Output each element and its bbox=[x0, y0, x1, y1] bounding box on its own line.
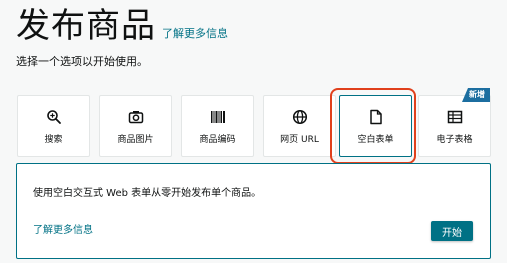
option-label: 电子表格 bbox=[436, 135, 473, 145]
page-subtitle: 选择一个选项以开始使用。 bbox=[16, 55, 148, 68]
option-blank-form[interactable]: 空白表单 bbox=[339, 95, 412, 157]
globe-icon bbox=[292, 108, 308, 126]
page-title: 发布商品 bbox=[16, 6, 156, 46]
new-badge: 新增 bbox=[462, 88, 490, 102]
option-list: 搜索 商品图片 商品编码 网页 URL 空白表单 新增 电子表格 bbox=[17, 88, 507, 157]
start-button[interactable]: 开始 bbox=[431, 221, 473, 241]
document-icon bbox=[369, 108, 383, 126]
barcode-icon bbox=[210, 108, 226, 126]
detail-learn-more-link[interactable]: 了解更多信息 bbox=[33, 221, 93, 236]
option-product-image[interactable]: 商品图片 bbox=[99, 95, 172, 157]
learn-more-link[interactable]: 了解更多信息 bbox=[162, 25, 228, 41]
option-label: 商品编码 bbox=[199, 135, 236, 145]
spreadsheet-icon bbox=[447, 108, 463, 126]
option-product-code[interactable]: 商品编码 bbox=[181, 95, 254, 157]
camera-icon bbox=[128, 108, 144, 126]
option-detail-panel: 使用空白交互式 Web 表单从零开始发布单个商品。 了解更多信息 开始 bbox=[16, 163, 491, 259]
option-label: 搜索 bbox=[44, 135, 63, 145]
page: 发布商品 了解更多信息 选择一个选项以开始使用。 搜索 商品图片 商品编码 网页… bbox=[0, 0, 507, 263]
header: 发布商品 了解更多信息 bbox=[16, 6, 228, 46]
search-icon bbox=[46, 108, 62, 126]
option-spreadsheet[interactable]: 新增 电子表格 bbox=[418, 88, 491, 157]
option-web-url[interactable]: 网页 URL bbox=[263, 95, 336, 157]
option-search[interactable]: 搜索 bbox=[17, 95, 90, 157]
option-label: 网页 URL bbox=[280, 135, 319, 145]
option-label: 商品图片 bbox=[117, 135, 154, 145]
option-description: 使用空白交互式 Web 表单从零开始发布单个商品。 bbox=[33, 188, 262, 199]
option-label: 空白表单 bbox=[357, 135, 394, 145]
